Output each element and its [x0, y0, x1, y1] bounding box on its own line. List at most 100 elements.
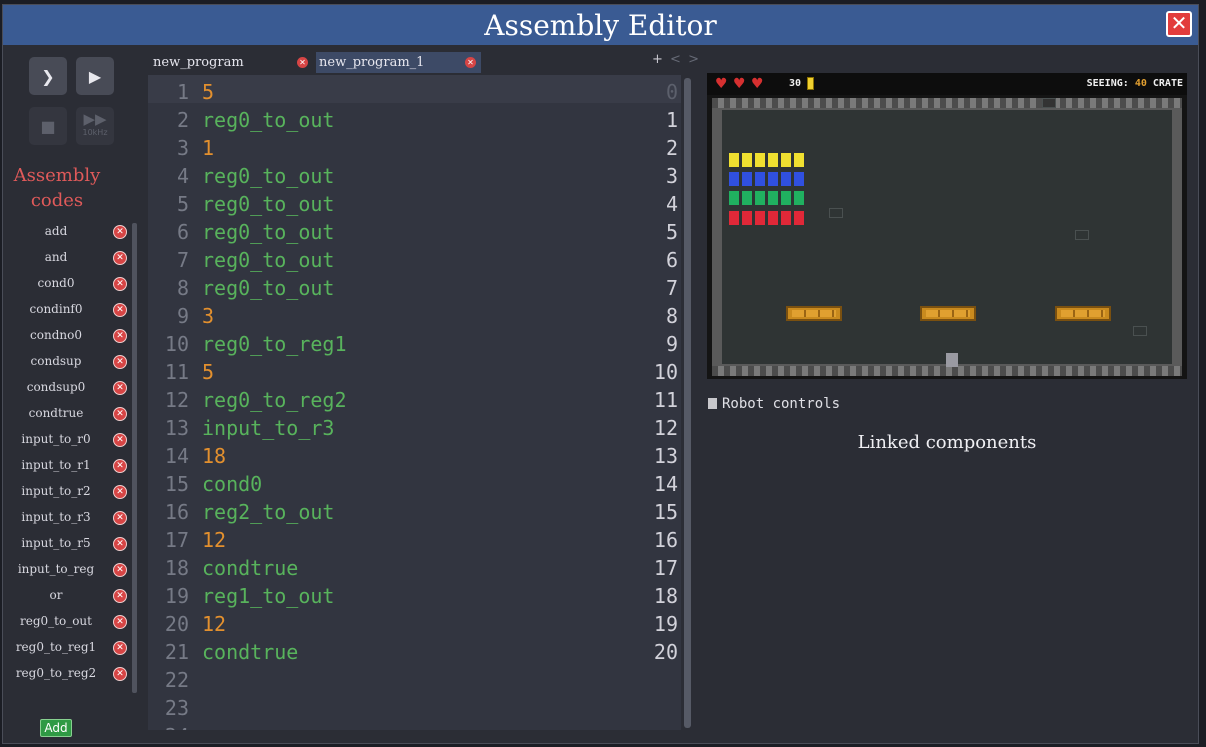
- delete-code-icon[interactable]: ✕: [113, 563, 127, 577]
- code-line[interactable]: 23: [148, 691, 681, 720]
- delete-code-icon[interactable]: ✕: [113, 511, 127, 525]
- code-item[interactable]: input_to_r1 ✕: [2, 453, 132, 479]
- line-number: 8: [176, 276, 189, 300]
- code-line[interactable]: 11 5 10: [148, 355, 681, 384]
- delete-code-icon[interactable]: ✕: [113, 433, 127, 447]
- code-text: reg0_to_out: [202, 220, 335, 244]
- code-line[interactable]: 17 12 16: [148, 523, 681, 552]
- close-tab-icon[interactable]: ✕: [465, 57, 476, 68]
- code-line[interactable]: 4 reg0_to_out 3: [148, 159, 681, 188]
- tab-new-program[interactable]: new_program ✕: [150, 52, 313, 73]
- code-item[interactable]: condtrue ✕: [2, 401, 132, 427]
- code-item-label: condsup: [30, 354, 82, 368]
- code-item[interactable]: reg0_to_reg1 ✕: [2, 635, 132, 661]
- code-text: condtrue: [202, 556, 299, 580]
- delete-code-icon[interactable]: ✕: [113, 407, 127, 421]
- previous-tab-button[interactable]: <: [670, 52, 681, 67]
- code-line[interactable]: 7 reg0_to_out 6: [148, 243, 681, 272]
- line-number: 13: [164, 416, 189, 440]
- next-tab-button[interactable]: >: [688, 52, 699, 67]
- code-line[interactable]: 13 input_to_r3 12: [148, 411, 681, 440]
- code-item[interactable]: input_to_r0 ✕: [2, 427, 132, 453]
- memory-address: 1: [665, 108, 678, 132]
- code-item[interactable]: or ✕: [2, 583, 132, 609]
- code-line[interactable]: 15 0: [148, 75, 681, 104]
- code-text: input_to_r3: [202, 416, 335, 440]
- floor-block: [1075, 230, 1089, 240]
- delete-code-icon[interactable]: ✕: [113, 589, 127, 603]
- code-line[interactable]: 93 8: [148, 299, 681, 328]
- code-line[interactable]: 12 reg0_to_reg2 11: [148, 383, 681, 412]
- code-line[interactable]: 19 reg1_to_out 18: [148, 579, 681, 608]
- code-line[interactable]: 16 reg2_to_out 15: [148, 495, 681, 524]
- code-line[interactable]: 24: [148, 719, 681, 730]
- code-line[interactable]: 15 cond0 14: [148, 467, 681, 496]
- tab-label: new_program: [153, 55, 244, 70]
- code-item-label: reg0_to_reg2: [15, 666, 97, 680]
- crate: [1055, 306, 1111, 321]
- robot-controls-link[interactable]: Robot controls: [708, 396, 840, 412]
- code-text: 3: [202, 304, 215, 328]
- delete-code-icon[interactable]: ✕: [113, 303, 127, 317]
- code-item[interactable]: input_to_r3 ✕: [2, 505, 132, 531]
- code-item[interactable]: condsup0 ✕: [2, 375, 132, 401]
- delete-code-icon[interactable]: ✕: [113, 381, 127, 395]
- code-item[interactable]: reg0_to_out ✕: [2, 609, 132, 635]
- close-tab-icon[interactable]: ✕: [297, 57, 308, 68]
- delete-code-icon[interactable]: ✕: [113, 329, 127, 343]
- delete-code-icon[interactable]: ✕: [113, 225, 127, 239]
- code-item[interactable]: condsup ✕: [2, 349, 132, 375]
- code-line[interactable]: 18 condtrue 17: [148, 551, 681, 580]
- delete-code-icon[interactable]: ✕: [113, 277, 127, 291]
- step-button[interactable]: ❯: [29, 57, 67, 95]
- new-tab-button[interactable]: +: [652, 52, 663, 67]
- code-line[interactable]: 31 2: [148, 131, 681, 160]
- chevron-right-icon: ❯: [41, 66, 55, 86]
- delete-code-icon[interactable]: ✕: [113, 485, 127, 499]
- delete-code-icon[interactable]: ✕: [113, 537, 127, 551]
- memory-address: 15: [653, 500, 678, 524]
- code-line[interactable]: 6 reg0_to_out 5: [148, 215, 681, 244]
- code-line[interactable]: 14 18 13: [148, 439, 681, 468]
- delete-code-icon[interactable]: ✕: [113, 459, 127, 473]
- code-line[interactable]: 10 reg0_to_reg1 9: [148, 327, 681, 356]
- code-line[interactable]: 2 reg0_to_out 1: [148, 103, 681, 132]
- codes-scrollbar[interactable]: [132, 223, 137, 693]
- delete-code-icon[interactable]: ✕: [113, 251, 127, 265]
- delete-code-icon[interactable]: ✕: [113, 641, 127, 655]
- line-number: 3: [176, 136, 189, 160]
- code-line[interactable]: 21 condtrue 20: [148, 635, 681, 664]
- arena-wall-bottom: [712, 366, 1182, 376]
- delete-code-icon[interactable]: ✕: [113, 355, 127, 369]
- delete-code-icon[interactable]: ✕: [113, 667, 127, 681]
- code-item[interactable]: input_to_r5 ✕: [2, 531, 132, 557]
- add-code-button[interactable]: Add: [40, 719, 72, 737]
- line-number: 22: [164, 668, 189, 692]
- tab-new-program-1[interactable]: new_program_1 ✕: [316, 52, 481, 73]
- stop-button[interactable]: ■: [29, 107, 67, 145]
- code-item[interactable]: condno0 ✕: [2, 323, 132, 349]
- code-item[interactable]: input_to_r2 ✕: [2, 479, 132, 505]
- code-line[interactable]: 8 reg0_to_out 7: [148, 271, 681, 300]
- code-item-label: condno0: [30, 328, 82, 342]
- line-number: 5: [176, 192, 189, 216]
- code-line[interactable]: 20 12 19: [148, 607, 681, 636]
- code-line[interactable]: 22: [148, 663, 681, 692]
- code-item-label: condsup0: [26, 380, 86, 394]
- run-button[interactable]: ▶: [76, 57, 114, 95]
- close-button[interactable]: ✕: [1166, 11, 1192, 37]
- code-item[interactable]: cond0 ✕: [2, 271, 132, 297]
- code-item[interactable]: add ✕: [2, 219, 132, 245]
- delete-code-icon[interactable]: ✕: [113, 615, 127, 629]
- editor-scrollbar[interactable]: [684, 78, 691, 728]
- code-item[interactable]: reg0_to_reg2 ✕: [2, 661, 132, 687]
- code-item[interactable]: condinf0 ✕: [2, 297, 132, 323]
- fast-forward-button[interactable]: ▶▶ 10kHz: [76, 107, 114, 145]
- invader-row-green: [729, 191, 807, 205]
- code-item[interactable]: input_to_reg ✕: [2, 557, 132, 583]
- code-line[interactable]: 5 reg0_to_out 4: [148, 187, 681, 216]
- code-text: 12: [202, 528, 227, 552]
- code-item[interactable]: and ✕: [2, 245, 132, 271]
- code-editor[interactable]: 1 5 0 2 reg0_to_out 1 3 1 2 4 reg0_to_out 3 5 reg0_to…: [148, 75, 681, 730]
- title-bar[interactable]: Assembly Editor ✕: [3, 5, 1198, 45]
